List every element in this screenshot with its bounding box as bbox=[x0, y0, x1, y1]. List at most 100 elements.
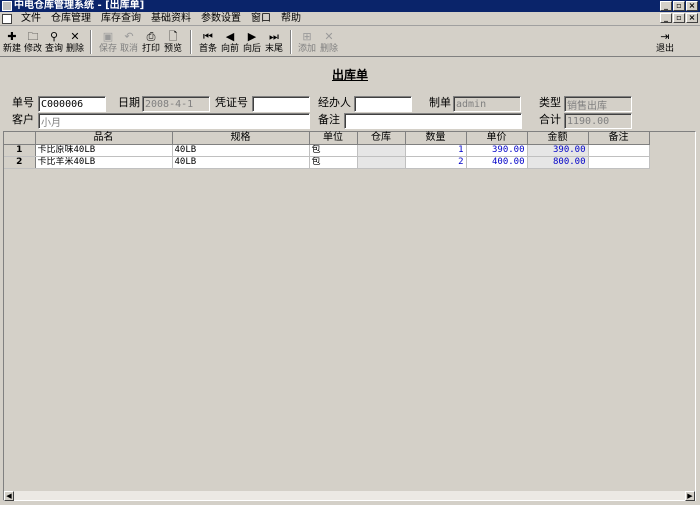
column-header-note[interactable]: 备注 bbox=[588, 132, 650, 145]
order-no-field[interactable] bbox=[38, 96, 106, 112]
cell-unit[interactable]: 包 bbox=[309, 144, 358, 157]
cell-qty[interactable]: 1 bbox=[405, 144, 467, 157]
cell-amount[interactable]: 800.00 bbox=[527, 156, 589, 169]
remark-field[interactable] bbox=[344, 113, 522, 129]
grid-corner bbox=[4, 132, 36, 145]
minimize-button[interactable]: _ bbox=[660, 1, 672, 11]
mdi-minimize-button[interactable]: _ bbox=[660, 13, 672, 23]
cell-amount[interactable]: 390.00 bbox=[527, 144, 589, 157]
preview-icon: 🗋 bbox=[168, 30, 178, 43]
total-label: 合计 bbox=[539, 113, 561, 126]
mdi-restore-button[interactable]: ▫ bbox=[673, 13, 685, 23]
menu-help[interactable]: 帮助 bbox=[276, 12, 306, 26]
cell-unit[interactable]: 包 bbox=[309, 156, 358, 169]
window-title: 中电仓库管理系统 - [出库单] bbox=[14, 0, 145, 11]
menu-stock-query[interactable]: 库存查询 bbox=[96, 12, 146, 26]
cell-qty[interactable]: 2 bbox=[405, 156, 467, 169]
column-header-amount[interactable]: 金额 bbox=[527, 132, 589, 145]
column-header-unit[interactable]: 单位 bbox=[309, 132, 358, 145]
column-header-qty[interactable]: 数量 bbox=[405, 132, 467, 145]
cancel-button[interactable]: ↶ 取消 bbox=[119, 29, 139, 55]
customer-field[interactable] bbox=[38, 113, 310, 129]
toolbar-separator bbox=[290, 30, 292, 54]
edit-button[interactable]: 🗀 修改 bbox=[23, 29, 43, 55]
cell-warehouse[interactable] bbox=[357, 156, 406, 169]
column-header-spec[interactable]: 规格 bbox=[172, 132, 310, 145]
next-record-button[interactable]: ▶ 向后 bbox=[242, 29, 262, 55]
new-button[interactable]: ✚ 新建 bbox=[2, 29, 22, 55]
menu-bar: 文件 仓库管理 库存查询 基础资料 参数设置 窗口 帮助 _ ▫ × bbox=[0, 12, 700, 26]
first-record-button[interactable]: ⏮ 首条 bbox=[198, 29, 218, 55]
horizontal-scrollbar[interactable]: ◀ ▶ bbox=[4, 490, 695, 501]
row-number[interactable]: 2 bbox=[4, 156, 36, 169]
total-field[interactable] bbox=[564, 113, 632, 129]
menu-window[interactable]: 窗口 bbox=[246, 12, 276, 26]
type-field[interactable] bbox=[564, 96, 632, 112]
exit-door-icon: ⇥ bbox=[660, 30, 670, 43]
voucher-field[interactable] bbox=[252, 96, 310, 112]
preview-button[interactable]: 🗋 预览 bbox=[163, 29, 183, 55]
cell-note[interactable] bbox=[588, 156, 650, 169]
cell-spec[interactable]: 40LB bbox=[172, 156, 310, 169]
form-title: 出库单 bbox=[331, 68, 368, 82]
items-grid[interactable]: 品名 规格 单位 仓库 数量 单价 金额 备注 1 卡比原味40LB 40LB … bbox=[3, 131, 696, 501]
last-record-button[interactable]: ⏭ 末尾 bbox=[264, 29, 284, 55]
folder-open-icon: 🗀 bbox=[27, 30, 39, 43]
printer-icon: ⎙ bbox=[146, 30, 156, 43]
print-button[interactable]: ⎙ 打印 bbox=[141, 29, 161, 55]
handler-label: 经办人 bbox=[318, 96, 351, 109]
menu-file[interactable]: 文件 bbox=[16, 12, 46, 26]
handler-field[interactable] bbox=[354, 96, 412, 112]
delete-button[interactable]: ✕ 删除 bbox=[65, 29, 85, 55]
scroll-left-icon[interactable]: ◀ bbox=[4, 491, 14, 501]
cell-name[interactable]: 卡比羊米40LB bbox=[35, 156, 173, 169]
table-row[interactable]: 1 卡比原味40LB 40LB 包 1 390.00 390.00 bbox=[4, 144, 650, 157]
maker-field[interactable] bbox=[453, 96, 521, 112]
date-label: 日期 bbox=[118, 96, 140, 109]
new-icon: ✚ bbox=[7, 30, 17, 43]
cell-spec[interactable]: 40LB bbox=[172, 144, 310, 157]
save-disk-icon: ▣ bbox=[102, 30, 114, 43]
menu-base-data[interactable]: 基础资料 bbox=[146, 12, 196, 26]
cell-note[interactable] bbox=[588, 144, 650, 157]
menu-warehouse[interactable]: 仓库管理 bbox=[46, 12, 96, 26]
order-no-label: 单号 bbox=[12, 96, 34, 109]
cell-price[interactable]: 390.00 bbox=[466, 144, 528, 157]
cell-warehouse[interactable] bbox=[357, 144, 406, 157]
window-title-bar: 中电仓库管理系统 - [出库单] _ ▫ × bbox=[0, 0, 700, 12]
restore-button[interactable]: ▫ bbox=[673, 1, 685, 11]
exit-button[interactable]: ⇥ 退出 bbox=[655, 29, 675, 55]
voucher-label: 凭证号 bbox=[215, 96, 248, 109]
app-icon bbox=[2, 1, 12, 11]
remove-row-button[interactable]: ✕ 删除 bbox=[319, 29, 339, 55]
close-button[interactable]: × bbox=[686, 1, 698, 11]
column-header-warehouse[interactable]: 仓库 bbox=[357, 132, 406, 145]
add-row-icon: ⊞ bbox=[302, 30, 312, 43]
save-button[interactable]: ▣ 保存 bbox=[98, 29, 118, 55]
menu-settings[interactable]: 参数设置 bbox=[196, 12, 246, 26]
remark-label: 备注 bbox=[318, 113, 340, 126]
mdi-close-button[interactable]: × bbox=[686, 13, 698, 23]
cell-price[interactable]: 400.00 bbox=[466, 156, 528, 169]
grid-header-row: 品名 规格 单位 仓库 数量 单价 金额 备注 bbox=[4, 132, 650, 145]
last-icon: ⏭ bbox=[269, 30, 279, 43]
cell-name[interactable]: 卡比原味40LB bbox=[35, 144, 173, 157]
prev-icon: ◀ bbox=[225, 30, 235, 43]
toolbar: ✚ 新建 🗀 修改 ⚲ 查询 ✕ 删除 ▣ 保存 ↶ 取消 ⎙ 打印 🗋 预览 … bbox=[0, 27, 700, 57]
date-field[interactable] bbox=[142, 96, 210, 112]
first-icon: ⏮ bbox=[203, 30, 213, 43]
next-icon: ▶ bbox=[247, 30, 257, 43]
row-number[interactable]: 1 bbox=[4, 144, 36, 157]
remove-x-icon: ✕ bbox=[324, 30, 334, 43]
query-button[interactable]: ⚲ 查询 bbox=[44, 29, 64, 55]
column-header-name[interactable]: 品名 bbox=[35, 132, 173, 145]
undo-icon: ↶ bbox=[124, 30, 134, 43]
prev-record-button[interactable]: ◀ 向前 bbox=[220, 29, 240, 55]
customer-label: 客户 bbox=[12, 113, 34, 126]
add-row-button[interactable]: ⊞ 添加 bbox=[297, 29, 317, 55]
column-header-price[interactable]: 单价 bbox=[466, 132, 528, 145]
maker-label: 制单 bbox=[429, 96, 451, 109]
document-icon[interactable] bbox=[2, 13, 12, 24]
scroll-right-icon[interactable]: ▶ bbox=[685, 491, 695, 501]
table-row[interactable]: 2 卡比羊米40LB 40LB 包 2 400.00 800.00 bbox=[4, 156, 650, 169]
